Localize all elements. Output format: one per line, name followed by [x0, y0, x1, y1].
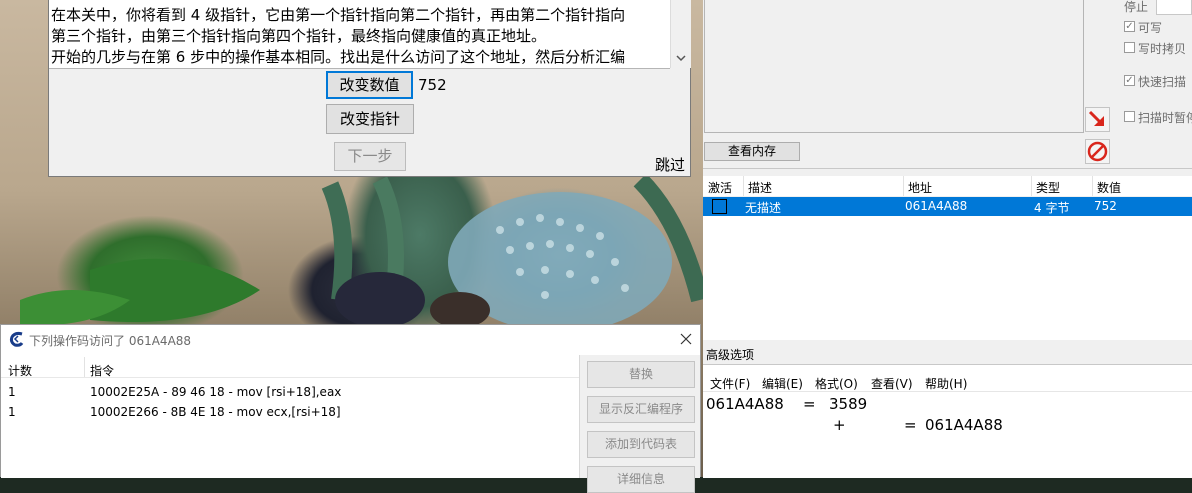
health-value: 752	[418, 76, 447, 94]
menu-bar: 文件(F) 编辑(E) 格式(O) 查看(V) 帮助(H)	[703, 365, 1192, 392]
menu-edit[interactable]: 编辑(E)	[762, 375, 803, 392]
column-address[interactable]: 地址	[908, 179, 932, 196]
add-address-manually-button[interactable]	[1085, 107, 1110, 132]
tutorial-line-2: 第三个指针，由第三个指针指向第四个指针，最终指向健康值的真正地址。	[51, 27, 547, 45]
menu-help[interactable]: 帮助(H)	[925, 375, 967, 392]
row-value: 752	[1094, 199, 1117, 213]
row-description: 无描述	[745, 201, 782, 215]
tutorial-text-area[interactable]: 在本关中，你将看到 4 级指针，它由第一个指针指向第二个指针，再由第二个指针指向…	[49, 0, 670, 69]
row-address: 061A4A88	[905, 199, 968, 213]
writable-checkbox[interactable]: ✓	[1124, 21, 1135, 32]
table-row[interactable]: 无描述 061A4A88 4 字节 752	[703, 197, 1192, 216]
stop-label: 停止	[1124, 0, 1149, 14]
clear-list-button[interactable]	[1085, 139, 1110, 164]
tutorial-window: 在本关中，你将看到 4 级指针，它由第一个指针指向第二个指针，再由第二个指针指向…	[48, 0, 691, 177]
expr1-right: 3589	[829, 395, 868, 413]
pause-while-scanning-checkbox[interactable]	[1124, 111, 1135, 122]
row-count: 1	[8, 385, 16, 399]
row-instruction: 10002E25A - 89 46 18 - mov [rsi+18],eax	[90, 385, 342, 399]
expr1-left: 061A4A88	[706, 395, 784, 413]
pause-while-scanning-label: 扫描时暂停	[1138, 111, 1192, 125]
cheat-engine-main-panel: 停止 ✓ 可写 写时拷贝 ✓ 快速扫描 扫描时暂停 查看内存 激活 描述 地址 …	[703, 0, 1192, 478]
change-value-button[interactable]: 改变数值	[326, 71, 413, 99]
active-checkbox[interactable]	[712, 199, 727, 214]
address-table-header: 激活 描述 地址 类型 数值	[703, 176, 1192, 196]
expr2-eq: =	[904, 416, 917, 434]
red-arrow-icon	[1088, 110, 1105, 127]
add-to-codelist-button[interactable]: 添加到代码表	[587, 431, 695, 458]
tutorial-scrollbar[interactable]	[670, 0, 691, 68]
dialog-title: 下列操作码访问了 061A4A88	[29, 334, 192, 348]
scan-results-list[interactable]	[704, 0, 1084, 133]
menu-file[interactable]: 文件(F)	[710, 375, 750, 392]
splitter[interactable]	[703, 168, 1192, 169]
menu-format[interactable]: 格式(O)	[815, 375, 858, 392]
next-step-button[interactable]: 下一步	[334, 142, 406, 171]
expr1-eq: =	[803, 395, 816, 413]
cheat-engine-icon	[9, 331, 24, 347]
row-type: 4 字节	[1034, 201, 1070, 215]
show-disassembler-button[interactable]: 显示反汇编程序	[587, 396, 695, 423]
column-type[interactable]: 类型	[1036, 179, 1060, 196]
fast-scan-label: 快速扫描	[1138, 75, 1187, 89]
column-value[interactable]: 数值	[1097, 179, 1121, 196]
tutorial-line-3: 开始的几步与在第 6 步中的操作基本相同。找出是什么访问了这个地址，然后分析汇编	[51, 48, 626, 66]
opcode-list[interactable]: 计数 指令 1 10002E25A - 89 46 18 - mov [rsi+…	[1, 355, 580, 478]
pointer-calc-window: 文件(F) 编辑(E) 格式(O) 查看(V) 帮助(H) 061A4A88 =…	[703, 364, 1192, 478]
dialog-titlebar[interactable]: 下列操作码访问了 061A4A88	[1, 325, 700, 353]
row-count: 1	[8, 405, 16, 419]
replace-button[interactable]: 替换	[587, 361, 695, 388]
tutorial-line-1: 在本关中，你将看到 4 级指针，它由第一个指针指向第二个指针，再由第二个指针指向	[51, 6, 626, 24]
view-memory-button[interactable]: 查看内存	[704, 142, 800, 161]
writable-label: 可写	[1138, 21, 1163, 35]
copy-on-write-label: 写时拷贝	[1138, 42, 1187, 56]
fast-scan-checkbox[interactable]: ✓	[1124, 75, 1135, 86]
opcode-access-dialog: 下列操作码访问了 061A4A88 计数 指令 1 10002E25A - 89…	[0, 324, 701, 493]
skip-link[interactable]: 跳过	[655, 154, 685, 175]
close-icon[interactable]	[679, 332, 693, 346]
column-active[interactable]: 激活	[708, 179, 732, 196]
change-pointer-button[interactable]: 改变指针	[326, 104, 414, 134]
copy-on-write-checkbox[interactable]	[1124, 42, 1135, 53]
expr2-plus: +	[833, 416, 846, 434]
column-description[interactable]: 描述	[748, 179, 772, 196]
row-instruction: 10002E266 - 8B 4E 18 - mov ecx,[rsi+18]	[90, 405, 341, 419]
advanced-options-label[interactable]: 高级选项	[706, 346, 754, 363]
address-table-body[interactable]	[703, 216, 1192, 340]
expr2-right: 061A4A88	[925, 416, 1003, 434]
menu-view[interactable]: 查看(V)	[871, 375, 913, 392]
more-info-button[interactable]: 详细信息	[587, 466, 695, 493]
stop-input[interactable]	[1156, 0, 1192, 15]
no-entry-icon	[1087, 141, 1108, 162]
